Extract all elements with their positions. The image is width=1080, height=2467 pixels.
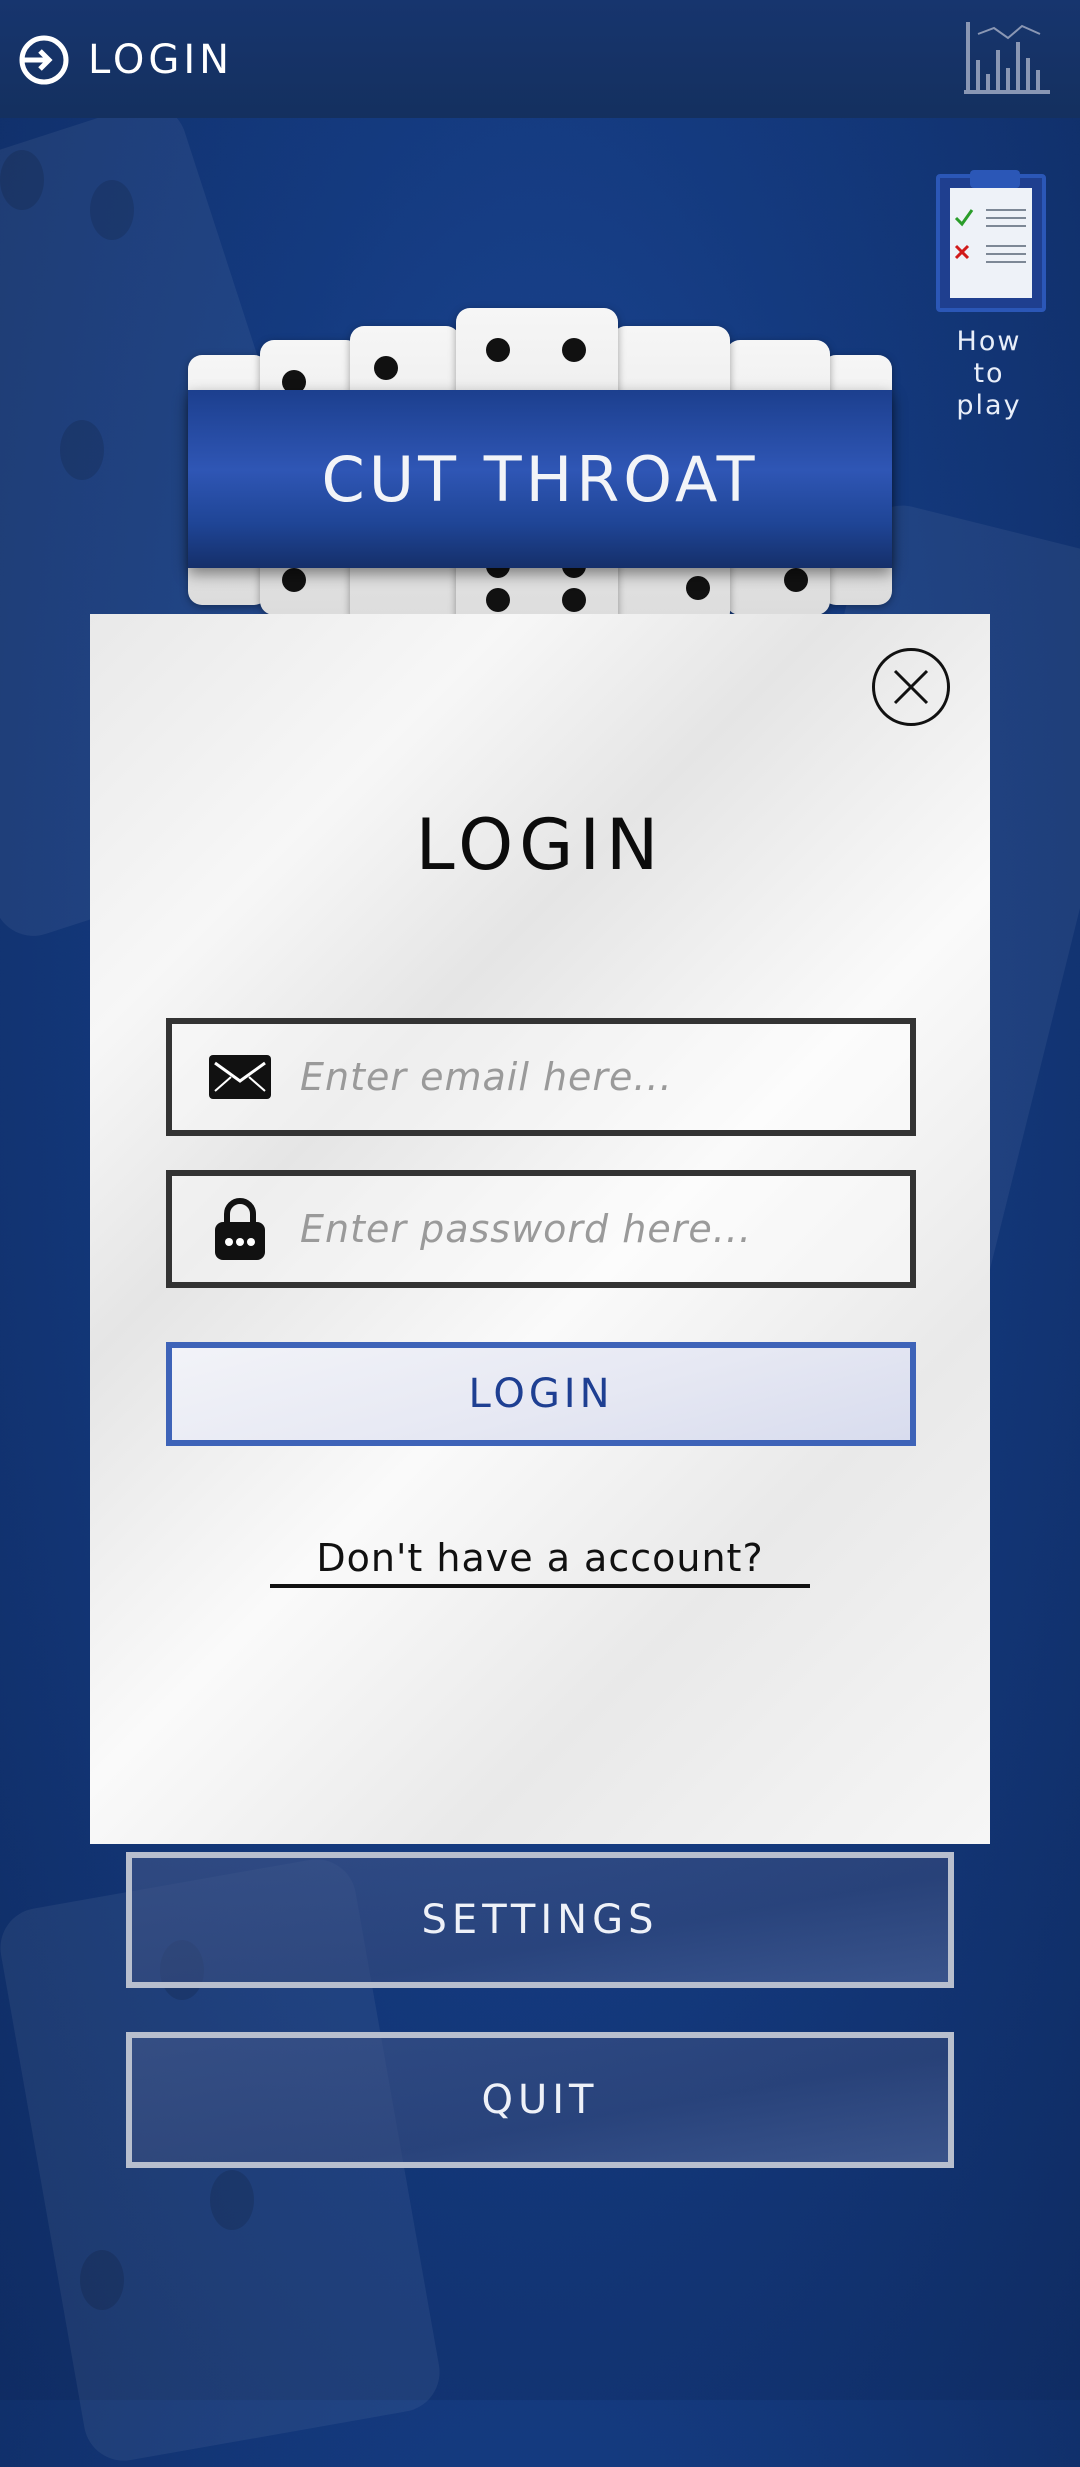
how-to-play-button[interactable]: How to play	[936, 170, 1046, 422]
password-field[interactable]	[166, 1170, 916, 1288]
close-icon	[893, 669, 929, 705]
background-pip	[80, 2250, 124, 2310]
lock-icon	[200, 1198, 280, 1260]
top-login-button[interactable]: LOGIN	[18, 30, 233, 90]
background-pip	[0, 150, 44, 210]
signup-link[interactable]: Don't have a account?	[270, 1536, 810, 1588]
background-pip	[60, 420, 104, 480]
leaderboard-icon[interactable]	[964, 20, 1050, 98]
top-bar: LOGIN	[0, 0, 1080, 118]
login-icon	[19, 35, 69, 85]
login-button[interactable]: LOGIN	[166, 1342, 916, 1446]
settings-button-label: SETTINGS	[421, 1897, 659, 1943]
top-login-label: LOGIN	[88, 37, 234, 83]
login-button-label: LOGIN	[468, 1371, 614, 1417]
mail-icon	[200, 1055, 280, 1099]
title-banner: CUT THROAT	[188, 390, 892, 568]
email-field[interactable]	[166, 1018, 916, 1136]
dialog-title: LOGIN	[415, 804, 665, 886]
background-pip	[90, 180, 134, 240]
clipboard-icon	[936, 170, 1046, 312]
quit-button-label: QUIT	[481, 2077, 599, 2123]
quit-button[interactable]: QUIT	[126, 2032, 954, 2168]
password-input[interactable]	[298, 1206, 862, 1252]
login-dialog: LOGIN LOGIN Don't have a account?	[90, 614, 990, 1844]
close-button[interactable]	[872, 648, 950, 726]
how-to-play-label: How to play	[956, 326, 1022, 421]
settings-button[interactable]: SETTINGS	[126, 1852, 954, 1988]
background-pip	[210, 2170, 254, 2230]
game-title: CUT THROAT	[321, 442, 759, 516]
email-input[interactable]	[298, 1054, 862, 1100]
